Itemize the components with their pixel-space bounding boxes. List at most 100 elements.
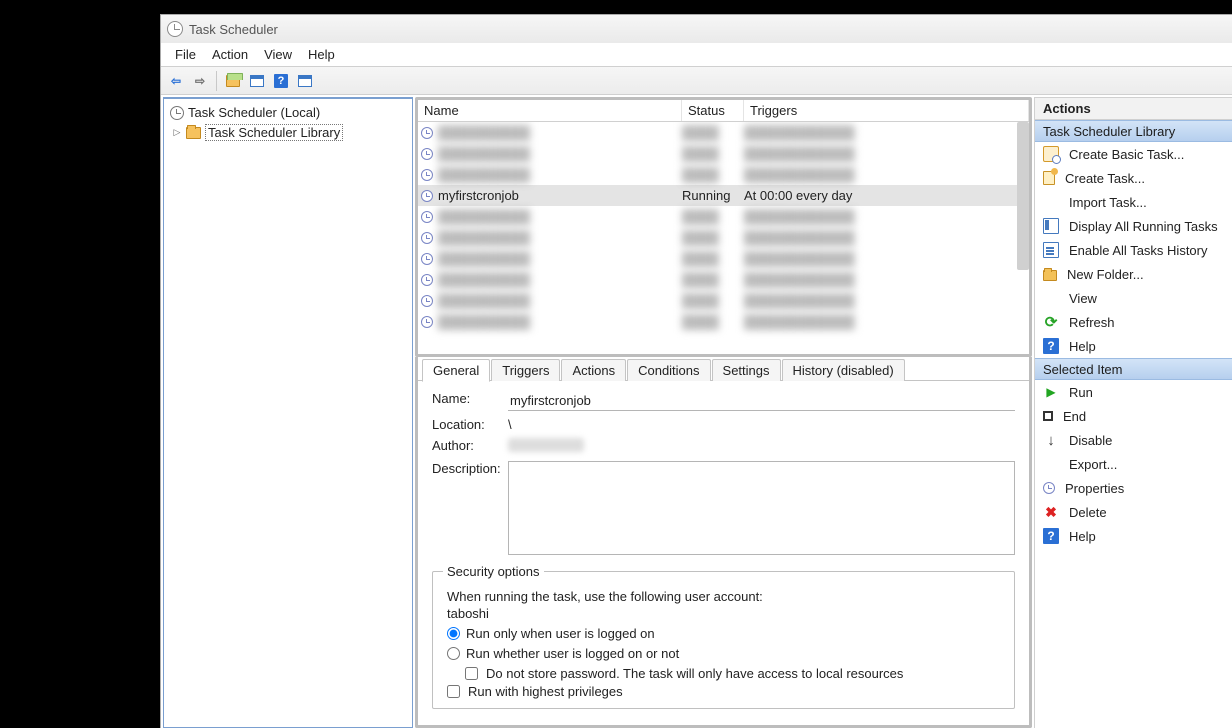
app-window: Task Scheduler File Action View Help ⇦ ⇨… [160, 14, 1232, 728]
task-row[interactable]: ██████████████████████████ [418, 290, 1029, 311]
action-delete[interactable]: ✖Delete [1035, 500, 1232, 524]
blank-icon [1043, 194, 1059, 210]
description-field[interactable] [508, 461, 1015, 555]
task-status: ████ [682, 251, 744, 266]
menu-file[interactable]: File [167, 47, 204, 62]
action-label: Import Task... [1069, 195, 1147, 210]
radio-loggedon-input[interactable] [447, 627, 460, 640]
col-status[interactable]: Status [682, 100, 744, 121]
task-row[interactable]: ██████████████████████████ [418, 311, 1029, 332]
tab-actions[interactable]: Actions [561, 359, 626, 381]
action-end[interactable]: End [1035, 404, 1232, 428]
col-triggers[interactable]: Triggers [744, 100, 1029, 121]
scrollbar-thumb[interactable] [1017, 122, 1029, 270]
window-title: Task Scheduler [189, 22, 278, 37]
tab-conditions[interactable]: Conditions [627, 359, 710, 381]
folder-icon [186, 127, 201, 139]
del-icon: ✖ [1043, 504, 1059, 520]
clock-icon [421, 253, 433, 265]
check-highest[interactable]: Run with highest privileges [447, 684, 1004, 699]
security-user: taboshi [447, 606, 1000, 621]
action-label: Refresh [1069, 315, 1115, 330]
center-pane: Name Status Triggers ███████████████████… [415, 97, 1032, 728]
radio-loggedon-label: Run only when user is logged on [466, 626, 655, 641]
task-trigger: ████████████ [744, 293, 1029, 308]
clock-icon [421, 211, 433, 223]
task-list-body[interactable]: ████████████████████████████████████████… [418, 122, 1029, 354]
radio-whether-input[interactable] [447, 647, 460, 660]
action-view[interactable]: View [1035, 286, 1232, 310]
task-list-header[interactable]: Name Status Triggers [418, 100, 1029, 122]
forward-button[interactable]: ⇨ [189, 70, 211, 92]
task-name: ██████████ [436, 167, 682, 182]
actions-pane: Actions Task Scheduler Library Create Ba… [1034, 97, 1232, 728]
action-help[interactable]: ?Help [1035, 334, 1232, 358]
task-name: ██████████ [436, 293, 682, 308]
tab-triggers[interactable]: Triggers [491, 359, 560, 381]
menu-action[interactable]: Action [204, 47, 256, 62]
check-nostore-input[interactable] [465, 667, 478, 680]
action-create-task[interactable]: Create Task... [1035, 166, 1232, 190]
task-row[interactable]: ██████████████████████████ [418, 248, 1029, 269]
action-help[interactable]: ?Help [1035, 524, 1232, 548]
task-row[interactable]: myfirstcronjobRunningAt 00:00 every day [418, 185, 1029, 206]
name-field[interactable] [508, 391, 1015, 411]
check-highest-input[interactable] [447, 685, 460, 698]
detail-tabs: General Triggers Actions Conditions Sett… [418, 357, 1029, 381]
clock-icon [421, 295, 433, 307]
col-name[interactable]: Name [418, 100, 682, 121]
show-hide-button[interactable] [246, 70, 268, 92]
security-options-group: Security options When running the task, … [432, 564, 1015, 709]
action-import-task[interactable]: Import Task... [1035, 190, 1232, 214]
action-display-all-running-tasks[interactable]: Display All Running Tasks [1035, 214, 1232, 238]
action-enable-all-tasks-history[interactable]: Enable All Tasks History [1035, 238, 1232, 262]
menu-view[interactable]: View [256, 47, 300, 62]
tab-general[interactable]: General [422, 359, 490, 382]
view-button[interactable] [294, 70, 316, 92]
chevron-right-icon[interactable]: ▷ [172, 128, 182, 138]
radio-whether[interactable]: Run whether user is logged on or not [447, 646, 1004, 661]
window-icon [298, 75, 312, 87]
task-trigger: At 00:00 every day [744, 188, 1029, 203]
blank-icon [1043, 456, 1059, 472]
action-new-folder[interactable]: New Folder... [1035, 262, 1232, 286]
action-disable[interactable]: ↓Disable [1035, 428, 1232, 452]
task-row[interactable]: ██████████████████████████ [418, 227, 1029, 248]
label-description: Description: [432, 461, 508, 476]
newfolder-icon [1043, 270, 1057, 281]
task-row[interactable]: ██████████████████████████ [418, 269, 1029, 290]
label-name: Name: [432, 391, 508, 406]
tab-history[interactable]: History (disabled) [782, 359, 905, 381]
tab-settings[interactable]: Settings [712, 359, 781, 381]
action-properties[interactable]: Properties [1035, 476, 1232, 500]
tree-root[interactable]: Task Scheduler (Local) [166, 103, 410, 122]
prop-icon [1043, 482, 1055, 494]
menu-help[interactable]: Help [300, 47, 343, 62]
action-export[interactable]: Export... [1035, 452, 1232, 476]
up-folder-button[interactable] [222, 70, 244, 92]
task-row[interactable]: ██████████████████████████ [418, 164, 1029, 185]
clock-icon [421, 148, 433, 160]
refresh-icon: ⟳ [1043, 314, 1059, 330]
security-legend: Security options [443, 564, 544, 579]
task-list[interactable]: Name Status Triggers ███████████████████… [415, 97, 1032, 357]
check-highest-label: Run with highest privileges [468, 684, 623, 699]
help-button[interactable]: ? [270, 70, 292, 92]
check-nostore[interactable]: Do not store password. The task will onl… [465, 666, 1004, 681]
task-status: ████ [682, 272, 744, 287]
task-trigger: ████████████ [744, 209, 1029, 224]
radio-whether-label: Run whether user is logged on or not [466, 646, 679, 661]
action-refresh[interactable]: ⟳ Refresh [1035, 310, 1232, 334]
action-label: Export... [1069, 457, 1117, 472]
action-create-basic-task[interactable]: Create Basic Task... [1035, 142, 1232, 166]
tree-library[interactable]: ▷ Task Scheduler Library [166, 122, 410, 143]
task-name: ██████████ [436, 209, 682, 224]
tree-pane[interactable]: Task Scheduler (Local) ▷ Task Scheduler … [163, 97, 413, 728]
action-label: View [1069, 291, 1097, 306]
task-row[interactable]: ██████████████████████████ [418, 122, 1029, 143]
back-button[interactable]: ⇦ [165, 70, 187, 92]
radio-loggedon[interactable]: Run only when user is logged on [447, 626, 1004, 641]
task-row[interactable]: ██████████████████████████ [418, 206, 1029, 227]
task-row[interactable]: ██████████████████████████ [418, 143, 1029, 164]
action-run[interactable]: ▶Run [1035, 380, 1232, 404]
